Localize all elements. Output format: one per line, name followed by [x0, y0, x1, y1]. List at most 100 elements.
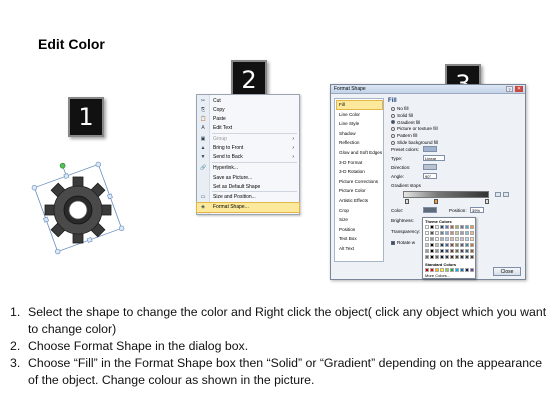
- menu-item-copy[interactable]: ⎘ Copy: [197, 106, 299, 115]
- standard-color-swatch[interactable]: [425, 268, 429, 272]
- color-swatch[interactable]: [465, 255, 469, 259]
- menu-item-size-and-position[interactable]: ▭ Size and Position...: [197, 193, 299, 202]
- color-swatch[interactable]: [430, 231, 434, 235]
- color-swatch[interactable]: [450, 231, 454, 235]
- position-input[interactable]: 39%: [470, 207, 484, 213]
- standard-color-swatch[interactable]: [440, 268, 444, 272]
- color-swatch[interactable]: [425, 231, 429, 235]
- color-swatch[interactable]: [460, 237, 464, 241]
- standard-color-swatch[interactable]: [445, 268, 449, 272]
- color-swatch[interactable]: [455, 225, 459, 229]
- angle-input[interactable]: 90°: [423, 173, 437, 179]
- color-swatch[interactable]: [425, 237, 429, 241]
- color-swatch[interactable]: [460, 249, 464, 253]
- standard-color-swatch[interactable]: [430, 268, 434, 272]
- color-swatch[interactable]: [460, 225, 464, 229]
- color-swatch[interactable]: [470, 249, 474, 253]
- radio-button[interactable]: [391, 120, 395, 125]
- menu-item-edit-text[interactable]: A Edit Text: [197, 124, 299, 133]
- color-swatch[interactable]: [445, 255, 449, 259]
- nav-item-line-color[interactable]: Line Color: [337, 111, 382, 119]
- menu-item-cut[interactable]: ✂ Cut: [197, 97, 299, 106]
- nav-item-reflection[interactable]: Reflection: [337, 139, 382, 147]
- radio-button[interactable]: [391, 113, 395, 118]
- menu-item-paste[interactable]: 📋 Paste: [197, 115, 299, 124]
- menu-item-set-as-default-shape[interactable]: Set as Default Shape: [197, 183, 299, 192]
- radio-button[interactable]: [391, 140, 395, 145]
- color-swatch[interactable]: [440, 231, 444, 235]
- color-swatch[interactable]: [445, 231, 449, 235]
- radio-button[interactable]: [391, 133, 395, 138]
- color-swatch[interactable]: [435, 237, 439, 241]
- standard-color-swatch[interactable]: [465, 268, 469, 272]
- fill-option-slide-background-fill[interactable]: Slide background fill: [391, 139, 438, 146]
- nav-item-3-d-rotation[interactable]: 3-D Rotation: [337, 168, 382, 176]
- color-swatch[interactable]: [445, 243, 449, 247]
- radio-button[interactable]: [391, 127, 395, 132]
- color-swatch[interactable]: [460, 231, 464, 235]
- nav-item-line-style[interactable]: Line Style: [337, 120, 382, 128]
- nav-item-size[interactable]: Size: [337, 216, 382, 224]
- color-swatch[interactable]: [430, 243, 434, 247]
- more-colors-link[interactable]: More Colors...: [425, 273, 450, 278]
- standard-color-swatch[interactable]: [455, 268, 459, 272]
- color-swatch[interactable]: [465, 225, 469, 229]
- color-swatch[interactable]: [470, 237, 474, 241]
- color-swatch[interactable]: [455, 243, 459, 247]
- menu-item-save-as-picture[interactable]: Save as Picture...: [197, 174, 299, 183]
- remove-stop-button[interactable]: [503, 192, 509, 197]
- standard-color-swatch[interactable]: [450, 268, 454, 272]
- color-swatch[interactable]: [450, 255, 454, 259]
- color-swatch[interactable]: [430, 249, 434, 253]
- color-swatch[interactable]: [470, 231, 474, 235]
- color-swatch[interactable]: [435, 255, 439, 259]
- standard-color-swatch[interactable]: [460, 268, 464, 272]
- direction-dropdown[interactable]: [423, 164, 437, 170]
- nav-item-artistic-effects[interactable]: Artistic Effects: [337, 197, 382, 205]
- menu-item-hyperlink[interactable]: 🔗 Hyperlink...: [197, 164, 299, 173]
- color-swatch[interactable]: [455, 237, 459, 241]
- color-swatch[interactable]: [450, 225, 454, 229]
- color-swatch[interactable]: [440, 249, 444, 253]
- color-swatch[interactable]: [465, 231, 469, 235]
- color-swatch[interactable]: [445, 237, 449, 241]
- color-swatch[interactable]: [450, 243, 454, 247]
- color-swatch[interactable]: [445, 249, 449, 253]
- gradient-stop-selected[interactable]: [434, 199, 438, 204]
- color-swatch[interactable]: [430, 225, 434, 229]
- nav-item-fill[interactable]: Fill: [336, 100, 383, 110]
- close-icon[interactable]: ✕: [515, 86, 523, 92]
- color-swatch[interactable]: [450, 237, 454, 241]
- color-swatch[interactable]: [430, 255, 434, 259]
- color-swatch[interactable]: [435, 249, 439, 253]
- nav-item-crop[interactable]: Crop: [337, 207, 382, 215]
- color-swatch[interactable]: [425, 249, 429, 253]
- color-swatch[interactable]: [470, 225, 474, 229]
- color-swatch[interactable]: [435, 231, 439, 235]
- color-swatch[interactable]: [465, 249, 469, 253]
- menu-item-send-to-back[interactable]: ▼ Send to Back ›: [197, 153, 299, 162]
- color-swatch[interactable]: [440, 237, 444, 241]
- color-swatch[interactable]: [440, 243, 444, 247]
- radio-button[interactable]: [391, 106, 395, 111]
- menu-item-format-shape[interactable]: ◈ Format Shape...: [196, 202, 300, 213]
- nav-item-picture-color[interactable]: Picture Color: [337, 187, 382, 195]
- color-swatch[interactable]: [425, 243, 429, 247]
- color-dropdown[interactable]: [423, 207, 437, 213]
- gear-shape[interactable]: [28, 158, 128, 258]
- color-swatch[interactable]: [440, 255, 444, 259]
- nav-item-glow-and-soft-edges[interactable]: Glow and Soft Edges: [337, 149, 382, 157]
- color-swatch[interactable]: [465, 243, 469, 247]
- menu-item-group[interactable]: ▣ Group ›: [197, 135, 299, 144]
- color-swatch[interactable]: [425, 225, 429, 229]
- add-stop-button[interactable]: [495, 192, 501, 197]
- gradient-stop[interactable]: [485, 199, 489, 204]
- gradient-stops-bar[interactable]: [403, 191, 489, 198]
- color-swatch[interactable]: [435, 225, 439, 229]
- nav-item-shadow[interactable]: Shadow: [337, 130, 382, 138]
- color-swatch[interactable]: [430, 237, 434, 241]
- close-button[interactable]: Close: [493, 267, 521, 276]
- help-button[interactable]: ?: [506, 86, 513, 92]
- menu-item-bring-to-front[interactable]: ▲ Bring to Front ›: [197, 144, 299, 153]
- color-swatch[interactable]: [460, 243, 464, 247]
